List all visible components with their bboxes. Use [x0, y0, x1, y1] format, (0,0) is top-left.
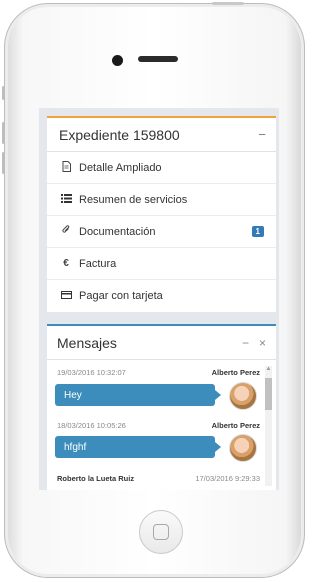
credit-card-icon — [60, 290, 72, 302]
message-meta: Roberto la Lueta Ruiz 17/03/2016 9:29:33 — [57, 474, 260, 483]
volume-up-button — [2, 122, 5, 144]
menu-item-label: Pagar con tarjeta — [79, 290, 163, 302]
menu-item-label: Documentación — [79, 225, 156, 238]
count-badge: 1 — [251, 226, 264, 237]
message-bubble: Hey — [55, 384, 221, 406]
message-text: hfghf — [64, 441, 87, 453]
home-square-icon — [153, 524, 169, 540]
home-button[interactable] — [139, 510, 183, 554]
mensajes-title: Mensajes — [57, 334, 117, 351]
panel-tools: − × — [242, 336, 266, 350]
speaker-grille — [138, 56, 178, 62]
volume-down-button — [2, 152, 5, 174]
message-date: 18/03/2016 10:05:26 — [57, 421, 126, 430]
document-icon — [60, 160, 72, 175]
avatar — [229, 382, 257, 410]
message-date: 17/03/2016 9:29:33 — [195, 474, 260, 483]
message-meta: 19/03/2016 10:32:07 Alberto Perez — [57, 368, 260, 377]
mensajes-panel: Mensajes − × 19/03/2016 10:32:07 Alberto… — [47, 324, 276, 490]
phone-frame: Expediente 159800 − Detalle Ampliado Res… — [2, 2, 305, 578]
message-author: Alberto Perez — [211, 421, 260, 430]
minimize-button[interactable]: − — [242, 336, 249, 350]
camera-icon — [112, 55, 123, 66]
phone-screen: Expediente 159800 − Detalle Ampliado Res… — [39, 108, 279, 490]
menu-item-label: Factura — [79, 257, 117, 270]
message-date: 19/03/2016 10:32:07 — [57, 368, 126, 377]
menu-item-label: Detalle Ampliado — [79, 161, 162, 174]
message-text: Hey — [64, 389, 82, 401]
mensajes-header: Mensajes − × — [47, 326, 276, 360]
mute-switch — [2, 86, 5, 100]
expediente-header: Expediente 159800 − — [47, 118, 276, 152]
message-author: Roberto la Lueta Ruiz — [57, 474, 135, 483]
expediente-title: Expediente 159800 — [59, 126, 180, 143]
menu-item-pagar-tarjeta[interactable]: Pagar con tarjeta — [47, 280, 276, 312]
avatar — [229, 434, 257, 462]
power-button — [212, 2, 244, 5]
message-list: 19/03/2016 10:32:07 Alberto Perez Hey 18… — [47, 360, 265, 490]
message-bubble: hfghf — [55, 436, 221, 458]
expediente-panel: Expediente 159800 − Detalle Ampliado Res… — [47, 116, 276, 312]
menu-item-label: Resumen de servicios — [79, 193, 188, 206]
list-icon — [60, 193, 72, 206]
euro-icon: € — [63, 258, 69, 269]
menu-item-documentacion[interactable]: Documentación 1 — [47, 216, 276, 248]
message-author: Alberto Perez — [211, 368, 260, 377]
scrollbar[interactable]: ▲ — [265, 366, 272, 486]
collapse-button[interactable]: − — [258, 127, 266, 142]
close-button[interactable]: × — [259, 336, 266, 350]
paperclip-icon — [60, 225, 72, 238]
scrollbar-thumb[interactable] — [265, 378, 272, 410]
scroll-up-arrow-icon[interactable]: ▲ — [265, 366, 272, 372]
message-meta: 18/03/2016 10:05:26 Alberto Perez — [57, 421, 260, 430]
menu-item-detalle-ampliado[interactable]: Detalle Ampliado — [47, 152, 276, 184]
menu-item-factura[interactable]: € Factura — [47, 248, 276, 280]
menu-item-resumen-servicios[interactable]: Resumen de servicios — [47, 184, 276, 216]
